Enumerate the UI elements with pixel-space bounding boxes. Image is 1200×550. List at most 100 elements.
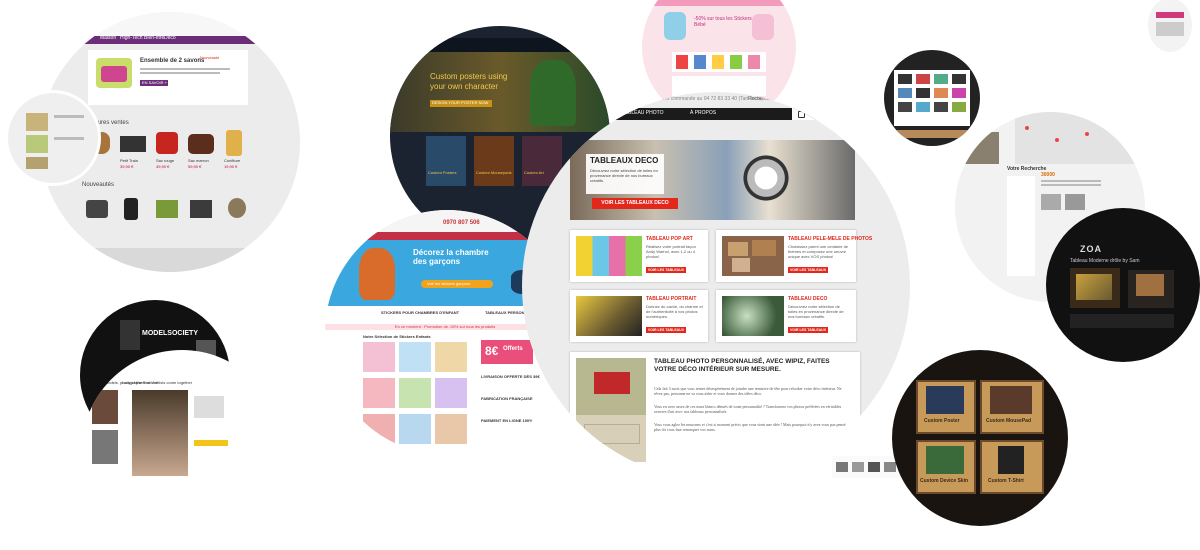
product-price: 59,90 € (188, 164, 202, 169)
wipiz-card-deco[interactable]: TABLEAU DECO Découvrez notre sélection d… (716, 290, 856, 342)
product-phone-image[interactable] (124, 198, 138, 220)
wipiz-nav-item[interactable]: À PROPOS (690, 110, 716, 116)
section-new-title: Nouveautés (82, 182, 115, 188)
promo-title: Ensemble de 2 savons (140, 58, 205, 64)
wow-top-nav (390, 38, 610, 52)
card-cta-button[interactable]: VOIR LES TABLEAUX (788, 327, 828, 333)
wow-product-tile[interactable]: Custom MousePad (980, 380, 1044, 434)
deco-image (722, 296, 784, 336)
dark-tableau-bubble: ZOA Tableau Moderne drôle by Sam (1046, 208, 1200, 362)
card-cta-label: VOIR LES TABLEAUX (647, 328, 685, 332)
shop-nav-item[interactable]: Déco (164, 35, 176, 41)
product-gadget-image[interactable] (190, 200, 212, 218)
model-portrait-small[interactable] (92, 390, 118, 424)
card-title: TABLEAU POP ART (646, 236, 693, 242)
kids-feature: FABRICATION FRANÇAISE (481, 396, 533, 401)
wow-tile-label: Custom Art (524, 170, 544, 175)
map-area[interactable] (1015, 112, 1145, 164)
kids-offer-price: 8€ (485, 344, 499, 358)
kids-feature: LIVRAISON OFFERTE DÈS 39€ (481, 374, 540, 379)
graffiti-art (730, 148, 820, 208)
article-paragraph: Cela fait 3 mois que vous tentez désespé… (654, 386, 842, 396)
wow-product-label: Custom T-Shirt (988, 478, 1024, 484)
article-title: TABLEAU PHOTO PERSONNALISÉ, AVEC WIPIZ, … (654, 358, 830, 373)
card-text: Choisissez parmi une centaine de thèmes … (788, 244, 849, 259)
shop-header (40, 12, 300, 36)
shop-nav-item[interactable]: High-Tech (120, 35, 143, 41)
card-cta-label: VOIR LES TABLEAUX (789, 268, 827, 272)
wow-product-tile[interactable]: Custom Poster (916, 380, 976, 434)
product-jar-image[interactable] (226, 130, 242, 156)
kids-promo-text: En ce moment : Promotion de -30% sur tou… (395, 324, 496, 329)
product-globe-image[interactable] (228, 198, 246, 218)
product-brown-bag-image[interactable] (188, 134, 214, 154)
kids-offer-box: 8€ Offerts (481, 340, 533, 364)
wow-tile[interactable]: Custom Mousepads (474, 136, 514, 186)
wipiz-cart-area[interactable]: 0 produits (792, 108, 852, 120)
dark-product-image[interactable] (1128, 270, 1174, 308)
dark-logo: ZOA (1080, 244, 1102, 254)
pirate-illustration (359, 248, 395, 300)
shop-nav-item[interactable]: Bien-être (144, 35, 164, 41)
model-caption: Lady of the Red Veil (122, 380, 158, 385)
wow-product-label: Custom Poster (924, 418, 960, 424)
wow-product-tile[interactable]: Custom Device Skin (916, 440, 976, 494)
wipiz-card-pelemele[interactable]: TABLEAU PELE-MELE DE PHOTOS Choisissez p… (716, 230, 872, 282)
stickers-promo: -50% sur tous les Stickers Bébé (694, 16, 752, 28)
product-price: 49,90 € (156, 164, 170, 169)
portrait-image (576, 296, 642, 336)
product-label[interactable]: Sac rouge (156, 158, 174, 163)
wipiz-hero: TABLEAUX DECO Découvrez notre sélection … (570, 140, 855, 220)
cart-icon (798, 111, 805, 118)
hero-cta-label: VOIR LES TABLEAUX DECO (601, 200, 669, 206)
shop-nav-item[interactable]: Maison (100, 35, 116, 41)
dark-product-image[interactable] (1070, 268, 1120, 308)
cart-count: 0 produits (806, 110, 828, 116)
card-cta-button[interactable]: VOIR LES TABLEAUX (646, 327, 686, 333)
product-label[interactable]: Petit Train (120, 158, 138, 163)
gallery-strip (832, 456, 902, 478)
kids-phone: 0970 807 506 (443, 220, 480, 226)
card-title: TABLEAU DECO (788, 296, 828, 302)
product-label[interactable]: Sac marron (188, 158, 209, 163)
street-photo (959, 132, 999, 164)
wipiz-article: TABLEAU PHOTO PERSONNALISÉ, AVEC WIPIZ, … (570, 352, 860, 480)
kids-tab-left[interactable]: STICKERS POUR CHAMBRES D'ENFANT (381, 310, 459, 315)
card-cta-label: VOIR LES TABLEAUX (789, 328, 827, 332)
wipiz-hero-box: TABLEAUX DECO Découvrez notre sélection … (586, 154, 664, 194)
kids-cta-label: Voir les stickers garçons (427, 281, 471, 286)
product-accessory-image[interactable] (156, 200, 178, 218)
promo-button[interactable]: EN SAVOIR + (140, 80, 168, 86)
product-label[interactable]: Confiture (224, 158, 240, 163)
hero-cta-button[interactable]: VOIR LES TABLEAUX DECO (592, 198, 678, 209)
red-bus-canvas (594, 372, 630, 394)
card-text: Donnez du caché, du charme et de l'authe… (646, 304, 703, 319)
wow-headline: Custom posters using your own character (430, 72, 508, 91)
wow-product-tile[interactable]: Custom T-Shirt (980, 440, 1044, 494)
wow-products-bubble: Custom Poster Custom MousePad Custom Dev… (892, 350, 1068, 526)
shop-promo-banner[interactable]: Ensemble de 2 savons Nouveauté EN SAVOIR… (88, 50, 248, 105)
wipiz-search[interactable]: Rechercher (748, 96, 774, 102)
wipiz-nav-item[interactable]: TABLEAU PHOTO (622, 110, 664, 116)
wipiz-card-portrait[interactable]: TABLEAU PORTRAIT Donnez du caché, du cha… (570, 290, 708, 342)
dark-title: Tableau Moderne drôle by Sam (1070, 258, 1140, 264)
card-cta-button[interactable]: VOIR LES TABLEAUX (788, 267, 828, 273)
wow-product-label: Custom MousePad (986, 418, 1032, 424)
card-cta-button[interactable]: VOIR LES TABLEAUX (646, 267, 686, 273)
wow-cta-button[interactable]: DESIGN YOUR POSTER NOW (430, 100, 492, 107)
wow-tile[interactable]: Custom Posters (426, 136, 466, 186)
product-train-image[interactable] (120, 136, 146, 152)
card-cta-label: VOIR LES TABLEAUX (647, 268, 685, 272)
listing-price: 30000 (1041, 172, 1055, 178)
wipiz-card-popart[interactable]: TABLEAU POP ART Réalisez votre portrait … (570, 230, 708, 282)
living-room-image (576, 358, 646, 462)
model-portrait-large[interactable] (132, 390, 188, 476)
modelsociety-page-bubble: Where models, photographers and artists … (82, 350, 282, 550)
product-red-bag-image[interactable] (156, 132, 178, 154)
pelemele-image (722, 236, 784, 276)
article-paragraph: Vous en avez assez de ces murs blancs dé… (654, 404, 842, 414)
kids-cta-button[interactable]: Voir les stickers garçons (421, 280, 493, 288)
modelsociety-logo: MODELSOCIETY (142, 330, 199, 337)
shop-inset-bubble (5, 90, 101, 186)
product-camera-image[interactable] (86, 200, 108, 218)
